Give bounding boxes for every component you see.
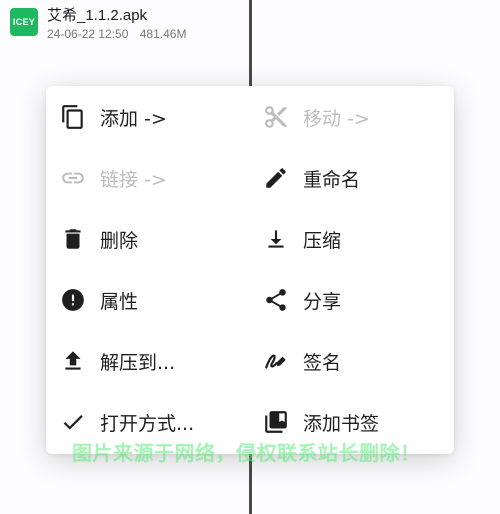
file-date: 24-06-22 12:50	[47, 27, 129, 41]
menu-item-delete[interactable]: 删除	[58, 214, 138, 264]
menu-item-label: 删除	[100, 229, 139, 252]
menu-item-link[interactable]: 链接 ->	[58, 153, 167, 203]
apk-file-icon: ICEY	[10, 8, 38, 36]
menu-item-label: 打开方式...	[100, 412, 195, 435]
menu-item-label: 重命名	[303, 168, 361, 191]
menu-item-extract[interactable]: 解压到...	[58, 336, 175, 386]
trash-icon	[58, 224, 88, 254]
check-icon	[58, 407, 88, 437]
menu-item-label: 添加 ->	[100, 107, 167, 130]
menu-item-open-with[interactable]: 打开方式...	[58, 397, 194, 447]
copy-icon	[58, 102, 88, 132]
menu-item-compress[interactable]: 压缩	[261, 214, 341, 264]
signature-icon	[261, 346, 291, 376]
file-meta: 24-06-22 12:50 481.46M	[47, 27, 186, 41]
menu-item-rename[interactable]: 重命名	[261, 153, 360, 203]
scissors-icon	[261, 102, 291, 132]
menu-item-add[interactable]: 添加 ->	[58, 92, 167, 142]
menu-item-sign[interactable]: 签名	[261, 336, 341, 386]
menu-item-label: 移动 ->	[303, 107, 370, 130]
pencil-icon	[261, 163, 291, 193]
menu-item-properties[interactable]: 属性	[58, 275, 138, 325]
menu-item-label: 添加书签	[303, 412, 380, 435]
menu-item-label: 解压到...	[100, 351, 176, 374]
menu-item-share[interactable]: 分享	[261, 275, 341, 325]
menu-item-move[interactable]: 移动 ->	[261, 92, 370, 142]
menu-item-label: 压缩	[303, 229, 342, 252]
menu-item-label: 属性	[100, 290, 139, 313]
info-icon	[58, 285, 88, 315]
menu-item-label: 分享	[303, 290, 342, 313]
menu-item-label: 链接 ->	[100, 168, 167, 191]
download-icon	[261, 224, 291, 254]
share-icon	[261, 285, 291, 315]
menu-item-add-bookmark[interactable]: 添加书签	[261, 397, 379, 447]
context-menu: 添加 -> 链接 -> 删除 属性 解压到... 打开方式... 移动 -> 重…	[46, 86, 454, 454]
file-size: 481.46M	[139, 27, 187, 41]
link-icon	[58, 163, 88, 193]
file-list-item[interactable]: ICEY 艾希_1.1.2.apk 24-06-22 12:50 481.46M	[0, 0, 249, 48]
menu-item-label: 签名	[303, 351, 342, 374]
upload-icon	[58, 346, 88, 376]
file-name: 艾希_1.1.2.apk	[47, 7, 148, 24]
bookmark-icon	[261, 407, 291, 437]
